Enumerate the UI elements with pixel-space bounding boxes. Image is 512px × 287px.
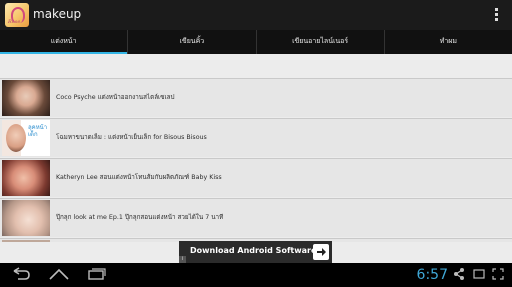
video-thumbnail [2,240,50,242]
ad-label: Download Android Software [190,246,317,255]
clock: 6:57 [416,267,448,283]
home-icon[interactable] [48,267,70,281]
tab-eyebrows[interactable]: เขียนคิ้ว [128,30,257,54]
video-list[interactable]: Coco Psyche แต่งหน้าออกงานสไตล์เซเลป ลุค… [0,78,512,242]
share-icon[interactable] [453,267,465,281]
video-title: ปุ๊กลุก look at me Ep.1 ปุ๊กลุกสอนแต่งหน… [56,214,224,221]
thumbnail-caption: ลุคหน้า เด็ก [28,124,48,138]
list-item[interactable]: ลุคหน้า เด็ก โฉมหาขนาดเล็ม : แต่งหน้าเย็… [0,118,512,157]
system-nav-bar: 6:57 [0,263,512,287]
video-thumbnail [2,160,50,196]
action-bar: Rose makeup [0,0,512,30]
arrow-right-icon[interactable] [313,244,329,260]
video-title: Coco Psyche แต่งหน้าออกงานสไตล์เซเลป [56,94,175,101]
overflow-menu-icon[interactable] [495,8,498,23]
video-title: Katheryn Lee สอนแต่งหน้าโทนส้มกับผลิตภัณ… [56,174,222,181]
info-icon[interactable]: i [179,256,186,263]
recent-apps-icon[interactable] [86,267,108,281]
video-thumbnail: ลุคหน้า เด็ก [2,120,50,156]
list-item[interactable]: Katheryn Lee สอนแต่งหน้าโทนส้มกับผลิตภัณ… [0,158,512,197]
video-thumbnail [2,200,50,236]
app-logo-icon[interactable]: Rose [5,3,29,27]
screen-icon[interactable] [473,267,485,281]
tab-bar: แต่งหน้า เขียนคิ้ว เขียนอายไลน์เนอร์ ทำผ… [0,30,512,54]
app-title: makeup [33,7,82,21]
list-header-spacer [0,54,512,80]
tab-makeup[interactable]: แต่งหน้า [0,30,129,54]
tab-hair[interactable]: ทำผม [385,30,512,54]
video-thumbnail [2,80,50,116]
tab-eyeliner[interactable]: เขียนอายไลน์เนอร์ [257,30,385,54]
video-title: โฉมหาขนาดเล็ม : แต่งหน้าเย็นเล็ก for Bis… [56,134,207,141]
fullscreen-icon[interactable] [492,267,504,281]
list-item[interactable]: ปุ๊กลุก look at me Ep.1 ปุ๊กลุกสอนแต่งหน… [0,198,512,237]
back-icon[interactable] [10,267,32,281]
ad-banner[interactable]: Download Android Software i [179,241,332,263]
list-item[interactable]: Coco Psyche แต่งหน้าออกงานสไตล์เซเลป [0,78,512,117]
